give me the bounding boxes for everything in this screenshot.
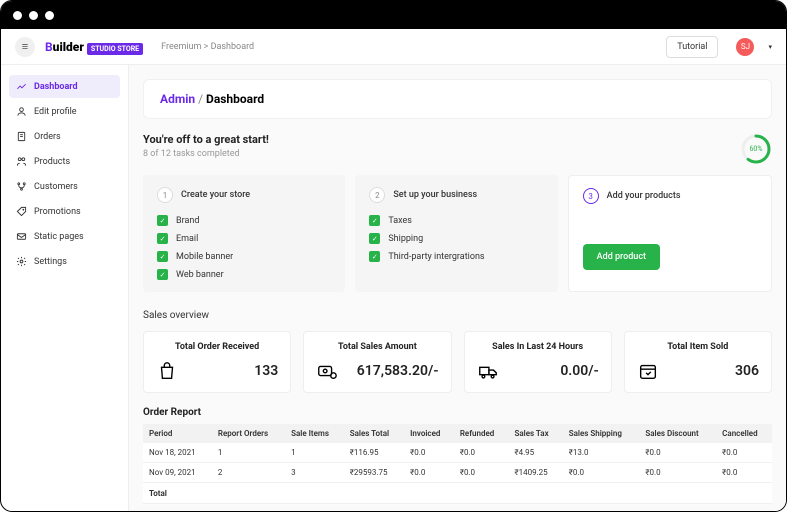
check-icon: ✓ bbox=[157, 269, 168, 280]
sidebar-item-dashboard[interactable]: Dashboard bbox=[9, 75, 120, 98]
check-icon: ✓ bbox=[157, 251, 168, 262]
avatar[interactable]: SJ bbox=[736, 38, 754, 56]
window-dot bbox=[13, 11, 22, 20]
setup-card-products: 3 Add your products Add product bbox=[568, 175, 772, 292]
chart-icon bbox=[16, 81, 27, 92]
topbar: ≡ BuilderSTUDIO STORE Freemium > Dashboa… bbox=[1, 29, 786, 65]
card-title: Set up your business bbox=[393, 190, 477, 200]
tasks-header: You're off to a great start! 8 of 12 tas… bbox=[143, 133, 772, 165]
check-icon: ✓ bbox=[157, 215, 168, 226]
window-titlebar bbox=[1, 1, 786, 29]
sidebar: Dashboard Edit profile Orders Products bbox=[1, 65, 129, 511]
setup-card-business: 2 Set up your business ✓Taxes ✓Shipping … bbox=[355, 175, 557, 292]
check-icon: ✓ bbox=[369, 251, 380, 262]
setup-card-create-store: 1 Create your store ✓Brand ✓Email ✓Mobil… bbox=[143, 175, 345, 292]
chevron-down-icon[interactable]: ▾ bbox=[768, 43, 772, 51]
check-icon: ✓ bbox=[369, 215, 380, 226]
tasks-title: You're off to a great start! bbox=[143, 133, 269, 146]
table-header-row: PeriodReport OrdersSale ItemsSales Total… bbox=[143, 424, 772, 443]
page-title: Admin / Dashboard bbox=[160, 92, 755, 106]
check-item: ✓Shipping bbox=[369, 233, 543, 244]
sidebar-item-label: Edit profile bbox=[34, 107, 77, 117]
page-header: Admin / Dashboard bbox=[143, 79, 772, 119]
branch-icon bbox=[16, 181, 27, 192]
check-item: ✓Mobile banner bbox=[157, 251, 331, 262]
sidebar-item-label: Customers bbox=[34, 182, 78, 192]
sidebar-item-static-pages[interactable]: Static pages bbox=[9, 225, 120, 248]
mail-icon bbox=[16, 231, 27, 242]
sidebar-item-label: Products bbox=[34, 157, 70, 167]
bag-icon bbox=[156, 360, 178, 382]
sidebar-item-products[interactable]: Products bbox=[9, 150, 120, 173]
check-icon: ✓ bbox=[157, 233, 168, 244]
sidebar-item-customers[interactable]: Customers bbox=[9, 175, 120, 198]
gear-icon bbox=[16, 256, 27, 267]
sidebar-item-settings[interactable]: Settings bbox=[9, 250, 120, 273]
step-number: 2 bbox=[369, 187, 385, 203]
sidebar-item-label: Dashboard bbox=[34, 82, 78, 92]
content: Admin / Dashboard You're off to a great … bbox=[129, 65, 786, 511]
sidebar-item-edit-profile[interactable]: Edit profile bbox=[9, 100, 120, 123]
tag-icon bbox=[16, 206, 27, 217]
tasks-subtitle: 8 of 12 tasks completed bbox=[143, 149, 269, 159]
user-icon bbox=[16, 106, 27, 117]
check-item: ✓Brand bbox=[157, 215, 331, 226]
progress-ring: 60% bbox=[740, 133, 772, 165]
window-dot bbox=[29, 11, 38, 20]
sidebar-item-label: Settings bbox=[34, 257, 67, 267]
stat-total-sales: Total Sales Amount 617,583.20/- bbox=[303, 331, 451, 393]
step-number: 3 bbox=[583, 188, 599, 204]
check-item: ✓Email bbox=[157, 233, 331, 244]
money-icon bbox=[316, 360, 338, 382]
order-report-title: Order Report bbox=[143, 407, 772, 418]
window-dot bbox=[45, 11, 54, 20]
logo: BuilderSTUDIO STORE bbox=[45, 40, 143, 54]
sidebar-item-orders[interactable]: Orders bbox=[9, 125, 120, 148]
order-report-table: PeriodReport OrdersSale ItemsSales Total… bbox=[143, 424, 772, 504]
doc-icon bbox=[16, 131, 27, 142]
step-number: 1 bbox=[157, 187, 173, 203]
table-row: Nov 18, 202111₹116.95₹0.0₹0.0₹4.95₹13.0₹… bbox=[143, 443, 772, 463]
sidebar-item-label: Promotions bbox=[34, 207, 81, 217]
check-item: ✓Taxes bbox=[369, 215, 543, 226]
add-product-button[interactable]: Add product bbox=[583, 244, 660, 270]
truck-icon bbox=[477, 360, 499, 382]
table-row: Nov 09, 202123₹29593.75₹0.0₹0.0₹1409.25₹… bbox=[143, 463, 772, 483]
sidebar-item-promotions[interactable]: Promotions bbox=[9, 200, 120, 223]
card-title: Create your store bbox=[181, 190, 250, 200]
stat-items-sold: Total Item Sold 306 bbox=[624, 331, 772, 393]
check-item: ✓Web banner bbox=[157, 269, 331, 280]
sales-overview-title: Sales overview bbox=[143, 310, 772, 321]
stat-total-orders: Total Order Received 133 bbox=[143, 331, 291, 393]
family-icon bbox=[16, 156, 27, 167]
check-icon: ✓ bbox=[369, 233, 380, 244]
sidebar-item-label: Orders bbox=[34, 132, 61, 142]
check-item: ✓Third-party intergrations bbox=[369, 251, 543, 262]
sidebar-item-label: Static pages bbox=[34, 232, 84, 242]
breadcrumb: Freemium > Dashboard bbox=[161, 42, 254, 52]
box-icon bbox=[637, 360, 659, 382]
stat-sales-24h: Sales In Last 24 Hours 0.00/- bbox=[464, 331, 612, 393]
card-title: Add your products bbox=[607, 191, 681, 201]
menu-button[interactable]: ≡ bbox=[15, 37, 35, 57]
table-total-row: Total bbox=[143, 483, 772, 504]
tutorial-button[interactable]: Tutorial bbox=[666, 36, 718, 58]
